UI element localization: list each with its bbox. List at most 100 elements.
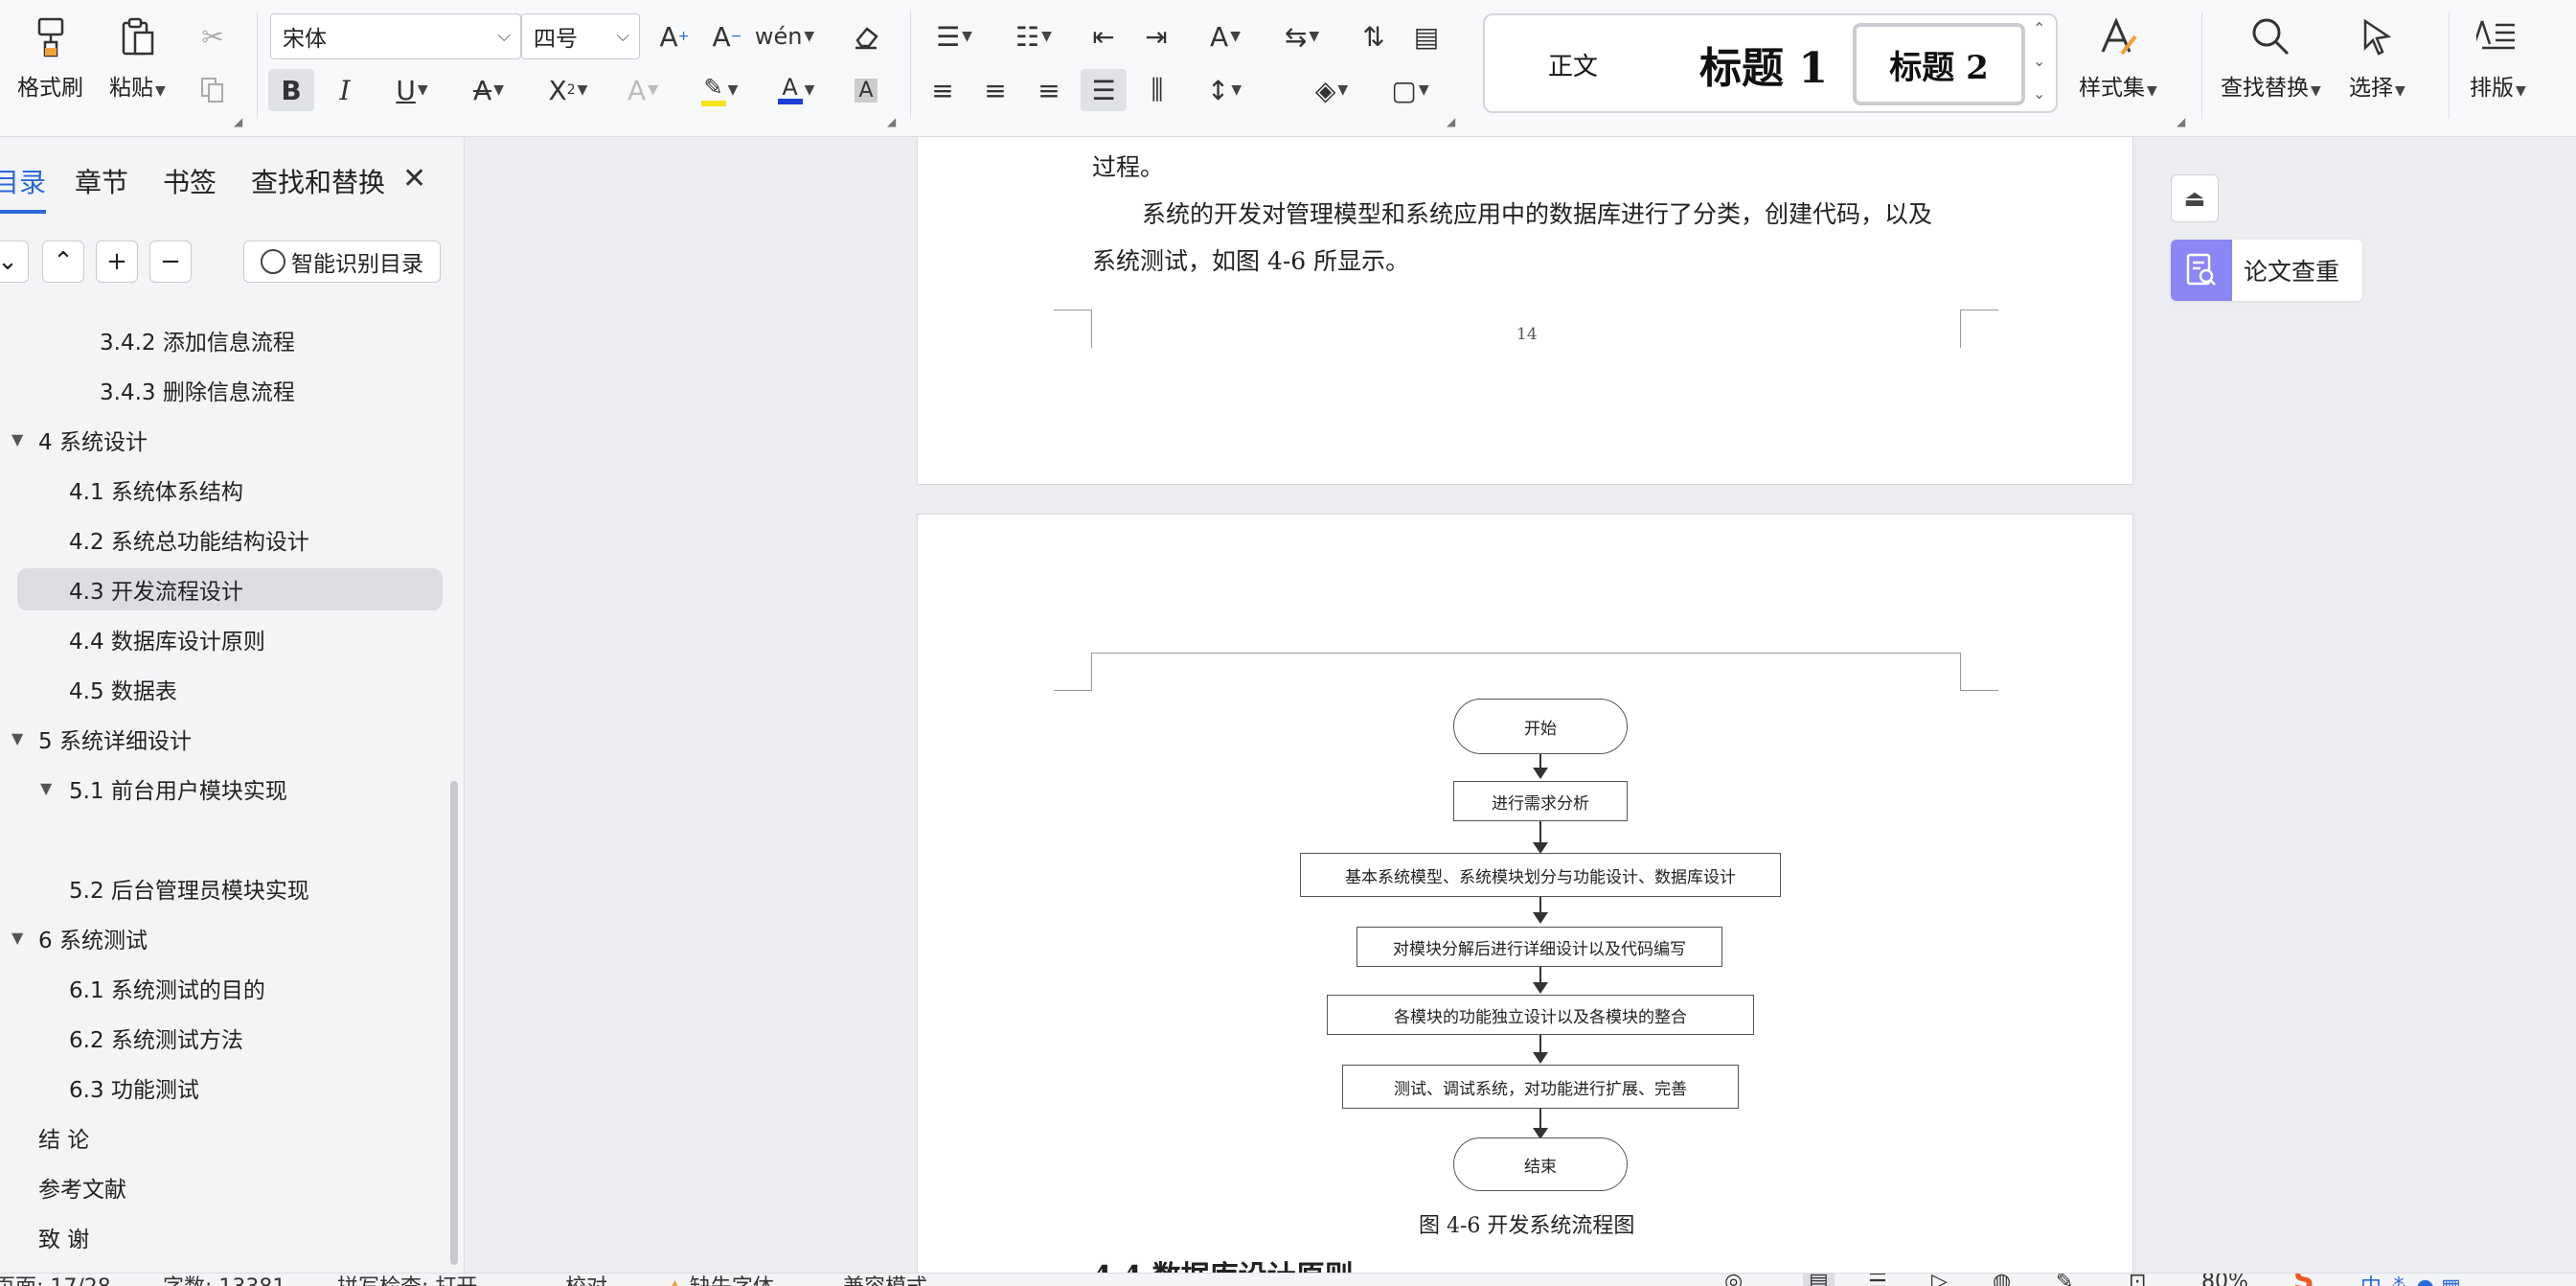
toc-item[interactable]: 6.3 功能测试: [69, 1067, 199, 1109]
toc-item[interactable]: 4.2 系统总功能结构设计: [69, 518, 309, 561]
toc-item[interactable]: 参考文献: [38, 1166, 126, 1208]
chevron-down-icon[interactable]: ⌄: [2033, 52, 2045, 70]
nav-scrollbar[interactable]: [450, 781, 458, 1265]
copy-icon[interactable]: [190, 69, 236, 111]
justify-icon[interactable]: ☰: [1081, 69, 1127, 111]
toc-item[interactable]: 6.1 系统测试的目的: [69, 967, 265, 1009]
align-center-icon[interactable]: ≡: [972, 69, 1018, 111]
web-view-icon[interactable]: ◍: [1993, 1274, 2011, 1286]
paste-button[interactable]: 粘贴 ▼: [109, 13, 166, 102]
show-marks-icon[interactable]: ▤: [1403, 15, 1449, 57]
increase-indent-icon[interactable]: ⇥: [1133, 15, 1179, 57]
tab-bookmarks[interactable]: 书签: [163, 162, 217, 200]
add-entry-button[interactable]: +: [96, 241, 138, 283]
decrease-indent-icon[interactable]: ⇤: [1081, 15, 1127, 57]
layout-button[interactable]: 排版 ▼: [2470, 13, 2526, 102]
tab-find-replace[interactable]: 查找和替换: [251, 162, 385, 200]
remove-entry-button[interactable]: −: [149, 241, 192, 283]
distributed-align-icon[interactable]: ⫼: [1134, 69, 1180, 111]
font-color-button[interactable]: A ▼: [763, 69, 830, 111]
missing-font-warning[interactable]: ▲ 缺失字体: [667, 1274, 774, 1286]
collapse-panel-button[interactable]: ⏏: [2171, 174, 2219, 222]
toc-item[interactable]: 4.1 系统体系结构: [69, 469, 243, 511]
expand-triangle-icon[interactable]: ▼: [11, 929, 23, 947]
close-icon[interactable]: ✕: [402, 162, 426, 195]
outline-view-icon[interactable]: ☰: [1868, 1274, 1887, 1286]
phonetic-guide-icon[interactable]: wén ▼: [755, 15, 814, 57]
chevron-up-icon[interactable]: ⌃: [2033, 19, 2045, 37]
bold-button[interactable]: B: [268, 69, 314, 111]
shading-icon[interactable]: ◈ ▼: [1301, 69, 1362, 111]
tab-toc[interactable]: 目录: [0, 162, 47, 214]
level-up-button[interactable]: ⌃: [42, 241, 84, 283]
toc-item[interactable]: 4.5 数据表: [69, 668, 177, 710]
collapse-all-button[interactable]: ⌄: [0, 241, 29, 283]
input-method-logo: S: [2293, 1274, 2314, 1286]
bullet-list-icon[interactable]: ☰ ▼: [924, 15, 984, 57]
proofread-button[interactable]: 校对: [565, 1274, 607, 1286]
fit-page-icon[interactable]: ⊡: [2129, 1274, 2146, 1286]
underline-button[interactable]: U ▼: [378, 69, 445, 111]
dialog-launcher-icon[interactable]: ◢: [234, 115, 242, 128]
borders-icon[interactable]: ▢ ▼: [1379, 69, 1441, 111]
toc-item[interactable]: 5.1 前台用户模块实现: [69, 768, 287, 810]
italic-button[interactable]: I: [322, 69, 368, 111]
tab-chapters[interactable]: 章节: [75, 162, 128, 200]
line-spacing-icon[interactable]: ↕ ▼: [1194, 69, 1255, 111]
zoom-level[interactable]: 80%: [2201, 1274, 2248, 1286]
toc-item[interactable]: 4 系统设计: [38, 419, 148, 461]
text-direction-icon[interactable]: A ▼: [1196, 15, 1255, 57]
align-right-icon[interactable]: ≡: [1026, 69, 1072, 111]
superscript-button[interactable]: X 2 ▼: [533, 69, 604, 111]
toc-item[interactable]: 6 系统测试: [38, 917, 148, 959]
grow-font-icon[interactable]: A +: [651, 15, 697, 57]
highlight-button[interactable]: ✎ ▼: [686, 69, 753, 111]
style-heading1[interactable]: 标题 1: [1657, 23, 1870, 105]
page-indicator[interactable]: 页面: 17/28: [0, 1274, 111, 1286]
character-shading-icon[interactable]: A: [843, 69, 889, 111]
select-button[interactable]: 选择 ▼: [2349, 13, 2405, 102]
clear-format-icon[interactable]: [843, 15, 889, 57]
expand-triangle-icon[interactable]: ▼: [11, 729, 23, 747]
strikethrough-button[interactable]: A ▼: [455, 69, 522, 111]
format-painter-button[interactable]: 格式刷: [17, 13, 83, 102]
text-effect-button[interactable]: A ▼: [609, 69, 676, 111]
expand-triangle-icon[interactable]: ▼: [40, 779, 52, 797]
toc-item[interactable]: 3.4.3 删除信息流程: [100, 369, 295, 411]
style-set-button[interactable]: 样式集 ▼: [2079, 13, 2157, 102]
word-count[interactable]: 字数: 13381: [163, 1274, 285, 1286]
play-icon[interactable]: ▷: [1931, 1274, 1948, 1286]
expand-triangle-icon[interactable]: ▼: [11, 430, 23, 448]
toc-item-active[interactable]: 4.3 开发流程设计: [17, 568, 443, 610]
toc-item[interactable]: 4.4 数据库设计原则: [69, 618, 265, 660]
numbered-list-icon[interactable]: ☷ ▼: [1004, 15, 1063, 57]
style-normal[interactable]: 正文: [1496, 23, 1650, 105]
toc-item[interactable]: 3.4.2 添加信息流程: [100, 319, 295, 361]
shrink-font-icon[interactable]: A −: [704, 15, 750, 57]
dialog-launcher-icon[interactable]: ◢: [2177, 115, 2185, 128]
toc-item[interactable]: 5.2 后台管理员模块实现: [69, 867, 309, 909]
plagiarism-check-button[interactable]: 论文查重: [2171, 240, 2362, 301]
spell-check-status[interactable]: 拼写检查: 打开: [337, 1274, 477, 1286]
expand-gallery-icon[interactable]: ⌄: [2033, 84, 2045, 103]
cut-icon[interactable]: ✂: [190, 15, 236, 57]
sort-az-icon[interactable]: ⇅: [1351, 15, 1397, 57]
align-left-icon[interactable]: ≡: [920, 69, 966, 111]
sort-icon[interactable]: ⇆ ▼: [1272, 15, 1332, 57]
dialog-launcher-icon[interactable]: ◢: [887, 115, 896, 128]
font-size-combo[interactable]: 四号 ⌵: [521, 13, 640, 59]
pen-icon[interactable]: ✎: [2056, 1274, 2073, 1286]
smart-toc-button[interactable]: 智能识别目录: [243, 241, 441, 283]
toc-item[interactable]: 5 系统详细设计: [38, 718, 192, 760]
toc-item[interactable]: 6.2 系统测试方法: [69, 1017, 243, 1059]
font-name-combo[interactable]: 宋体 ⌵: [270, 13, 521, 59]
toc-item[interactable]: 致 谢: [38, 1216, 89, 1258]
page-view-icon[interactable]: ▤: [1803, 1274, 1835, 1286]
dialog-launcher-icon[interactable]: ◢: [1447, 115, 1455, 128]
more-ribbon-button[interactable]: ›: [2558, 13, 2576, 59]
protect-icon[interactable]: ◎: [1724, 1274, 1743, 1286]
find-replace-button[interactable]: 查找替换 ▼: [2221, 13, 2321, 102]
toc-item[interactable]: 结 论: [38, 1116, 89, 1159]
ime-tray-icons[interactable]: 中 ⁂ ● ▦: [2360, 1274, 2461, 1286]
style-heading2[interactable]: 标题 2: [1853, 23, 2025, 105]
